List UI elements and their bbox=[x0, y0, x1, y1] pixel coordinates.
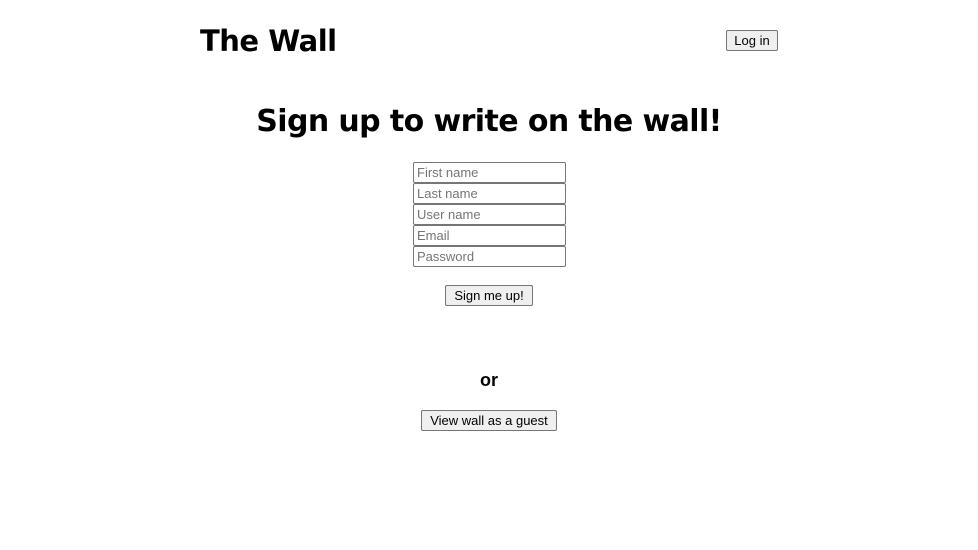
password-field[interactable] bbox=[413, 246, 566, 267]
last-name-field[interactable] bbox=[413, 183, 566, 204]
login-button[interactable]: Log in bbox=[726, 30, 778, 51]
signup-form bbox=[413, 162, 566, 267]
page-headline: Sign up to write on the wall! bbox=[256, 104, 722, 139]
or-divider-text: or bbox=[480, 370, 498, 390]
first-name-field[interactable] bbox=[413, 162, 566, 183]
email-field[interactable] bbox=[413, 225, 566, 246]
user-name-field[interactable] bbox=[413, 204, 566, 225]
view-as-guest-button[interactable]: View wall as a guest bbox=[421, 410, 557, 431]
signup-button[interactable]: Sign me up! bbox=[445, 285, 533, 306]
site-title: The Wall bbox=[200, 24, 337, 58]
